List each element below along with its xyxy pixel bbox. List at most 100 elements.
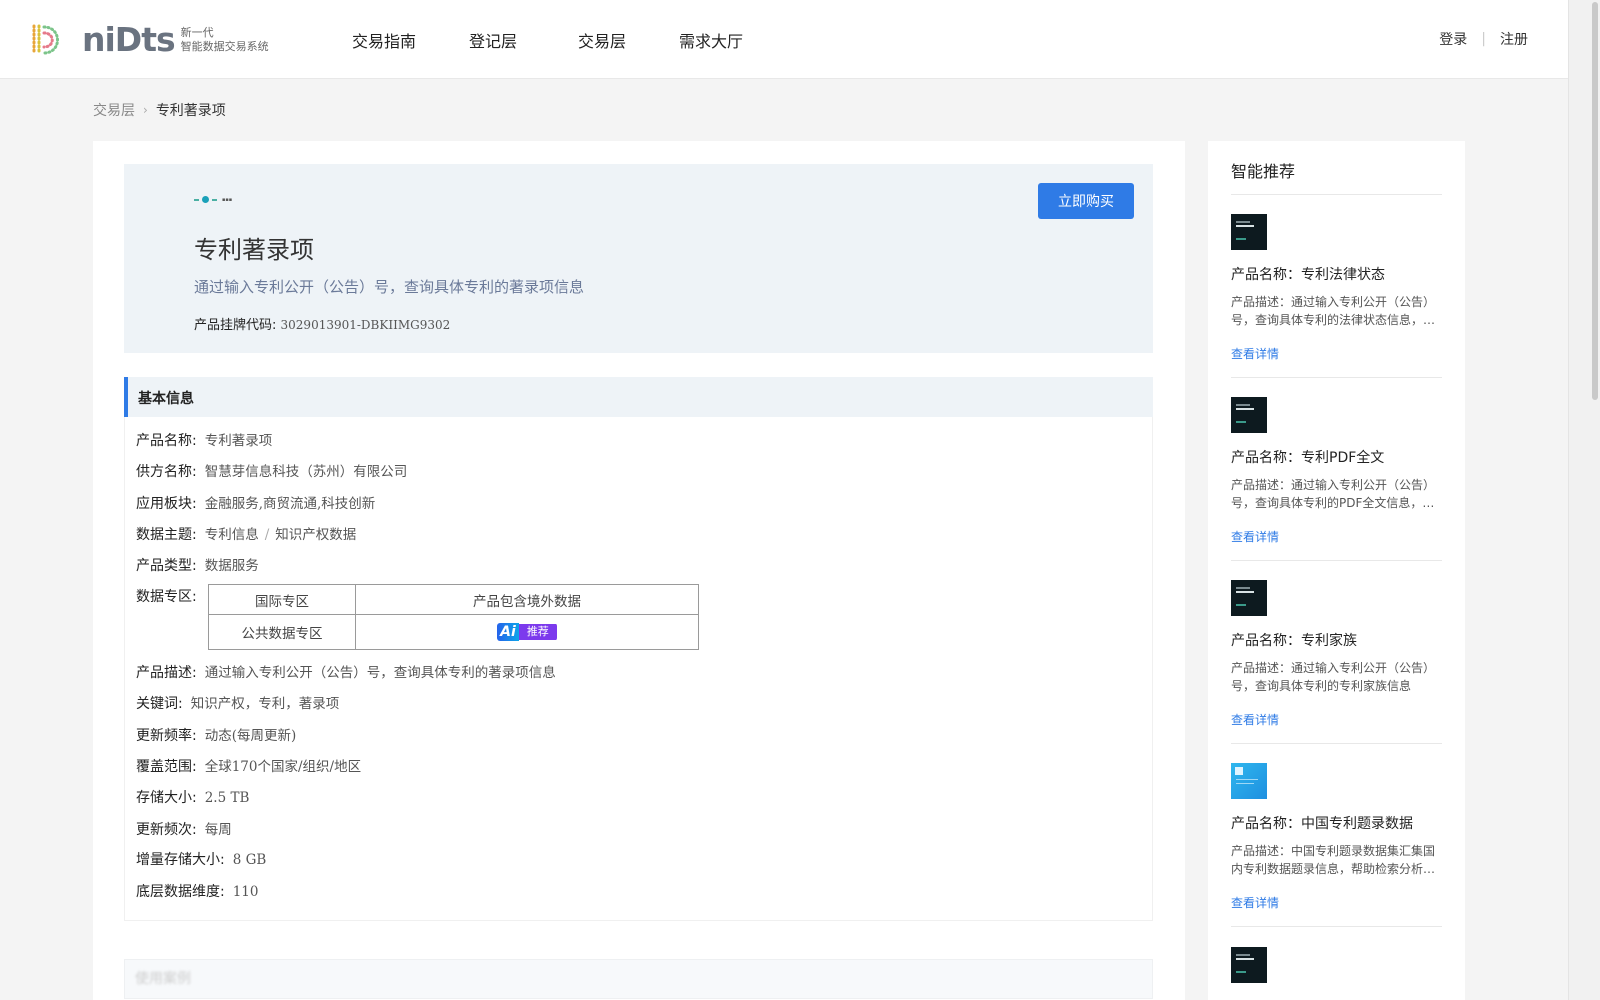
topic-secondary: 知识产权数据 bbox=[275, 527, 357, 543]
field-label: 产品名称: bbox=[136, 433, 197, 449]
rec-card: 产品名称：专利家族 产品描述：通过输入专利公开（公告）号，查询具体专利的专利家族… bbox=[1231, 580, 1442, 744]
table-row: 公共数据专区 Ai 推荐 bbox=[208, 614, 699, 650]
nav-item-trading[interactable]: 交易层 bbox=[578, 28, 626, 52]
field-value: 每周 bbox=[204, 822, 232, 838]
buy-now-button[interactable]: 立即购买 bbox=[1038, 183, 1134, 219]
rec-card: 产品名称：专利法律状态 产品描述：通过输入专利公开（公告）号，查询具体专利的法律… bbox=[1231, 214, 1442, 378]
data-zone-table: 国际专区 产品包含境外数据 公共数据专区 Ai 推荐 bbox=[208, 584, 699, 650]
chevron-right-icon: › bbox=[143, 103, 148, 117]
rec-card: 产品名称：中国专利题录数据 产品描述：中国专利题录数据集汇集国内专利数据题录信息… bbox=[1231, 763, 1442, 927]
product-thumbnail[interactable] bbox=[1231, 214, 1267, 250]
rec-desc: 产品描述：通过输入专利公开（公告）号，查询具体专利的法律状态信息，… bbox=[1231, 295, 1436, 327]
field-data-dimensions: 底层数据维度: 110 bbox=[136, 881, 259, 901]
field-value: 专利著录项 bbox=[204, 433, 273, 449]
ai-recommend-badge: Ai 推荐 bbox=[497, 623, 557, 641]
view-details-link[interactable]: 查看详情 bbox=[1231, 711, 1279, 728]
field-label: 供方名称: bbox=[136, 464, 197, 480]
next-section-title: 使用案例 bbox=[135, 971, 191, 987]
product-code-label: 产品挂牌代码: bbox=[194, 318, 277, 333]
rec-desc: 产品描述：通过输入专利公开（公告）号，查询具体专利的专利家族信息 bbox=[1231, 661, 1436, 693]
sidebar-title: 智能推荐 bbox=[1231, 162, 1296, 181]
zone-international-note: 产品包含境外数据 bbox=[355, 584, 699, 615]
field-label: 增量存储大小: bbox=[136, 852, 225, 868]
breadcrumb-current: 专利著录项 bbox=[155, 103, 226, 119]
field-label: 数据专区: bbox=[136, 589, 197, 605]
product-subtitle: 通过输入专利公开（公告）号，查询具体专利的著录项信息 bbox=[194, 278, 585, 296]
divider bbox=[1231, 743, 1442, 744]
view-details-link[interactable]: 查看详情 bbox=[1231, 894, 1279, 911]
logo-wordmark: niDts bbox=[82, 20, 176, 59]
product-thumbnail[interactable] bbox=[1231, 947, 1267, 983]
product-thumbnail[interactable] bbox=[1231, 580, 1267, 616]
rec-name[interactable]: 产品名称：专利PDF全文 bbox=[1231, 447, 1442, 467]
rec-name[interactable]: 产品名称：专利法律状态 bbox=[1231, 264, 1442, 284]
nav-item-registration[interactable]: 登记层 bbox=[469, 28, 517, 52]
next-section-header: 使用案例 bbox=[124, 959, 1153, 999]
main-nav: 交易指南 登记层 交易层 需求大厅 bbox=[352, 0, 743, 79]
field-update-frequency: 更新频率: 动态(每周更新) bbox=[136, 724, 296, 745]
basic-info-body: 产品名称: 专利著录项 供方名称: 智慧芽信息科技（苏州）有限公司 应用板块: … bbox=[124, 417, 1153, 921]
field-value: 数据服务 bbox=[204, 558, 259, 574]
field-label: 底层数据维度: bbox=[136, 884, 225, 900]
ai-badge-text: 推荐 bbox=[518, 624, 557, 640]
breadcrumb: 交易层 › 专利著录项 bbox=[93, 100, 226, 120]
field-label: 存储大小: bbox=[136, 790, 197, 806]
rec-name[interactable]: 产品名称：专利家族 bbox=[1231, 630, 1442, 650]
field-value: 8 GB bbox=[232, 852, 267, 868]
field-value: 专利信息 / 知识产权数据 bbox=[205, 523, 357, 543]
field-supplier: 供方名称: 智慧芽信息科技（苏州）有限公司 bbox=[136, 460, 407, 481]
nav-item-guide[interactable]: 交易指南 bbox=[352, 28, 416, 52]
product-thumbnail[interactable] bbox=[1231, 397, 1267, 433]
view-details-link[interactable]: 查看详情 bbox=[1231, 345, 1279, 362]
nav-item-demand-hall[interactable]: 需求大厅 bbox=[679, 28, 743, 52]
register-link[interactable]: 注册 bbox=[1500, 29, 1528, 49]
zone-public-data-badge-cell: Ai 推荐 bbox=[355, 614, 699, 650]
rec-card bbox=[1231, 947, 1442, 983]
field-update-times: 更新频次: 每周 bbox=[136, 818, 232, 839]
basic-info-header: 基本信息 bbox=[124, 377, 1153, 417]
field-value: 110 bbox=[232, 884, 259, 900]
site-logo[interactable]: niDts 新一代 智能数据交易系统 bbox=[28, 20, 269, 60]
field-product-name: 产品名称: 专利著录项 bbox=[136, 429, 272, 450]
rec-desc: 产品描述：中国专利题录数据集汇集国内专利数据题录信息，帮助检索分析… bbox=[1231, 844, 1436, 876]
field-value: 动态(每周更新) bbox=[204, 728, 297, 744]
provider-logo-icon: ▪▪▪ bbox=[194, 196, 232, 203]
field-value: 金融服务,商贸流通,科技创新 bbox=[204, 496, 376, 512]
field-product-type: 产品类型: 数据服务 bbox=[136, 554, 259, 575]
product-code: 产品挂牌代码: 3029013901-DBKIIMG9302 bbox=[194, 314, 450, 333]
logo-subtitle: 新一代 智能数据交易系统 bbox=[181, 26, 269, 54]
field-coverage: 覆盖范围: 全球170个国家/组织/地区 bbox=[136, 755, 361, 776]
field-value: 全球170个国家/组织/地区 bbox=[204, 759, 362, 775]
basic-info-title: 基本信息 bbox=[138, 391, 194, 407]
divider bbox=[1231, 926, 1442, 927]
recommendation-sidebar: 智能推荐 产品名称：专利法律状态 产品描述：通过输入专利公开（公告）号，查询具体… bbox=[1208, 141, 1465, 1000]
field-value: 智慧芽信息科技（苏州）有限公司 bbox=[204, 464, 408, 480]
logo-d-icon bbox=[32, 24, 59, 56]
field-label: 应用板块: bbox=[136, 496, 197, 512]
auth-separator: | bbox=[1481, 31, 1486, 47]
top-header: niDts 新一代 智能数据交易系统 交易指南 登记层 交易层 需求大厅 登录 … bbox=[0, 0, 1568, 79]
divider bbox=[1231, 377, 1442, 378]
field-value: 通过输入专利公开（公告）号，查询具体专利的著录项信息 bbox=[204, 665, 556, 681]
rec-name[interactable]: 产品名称：中国专利题录数据 bbox=[1231, 813, 1442, 833]
field-label: 数据主题: bbox=[136, 527, 197, 543]
field-label: 更新频次: bbox=[136, 822, 197, 838]
product-title: 专利著录项 bbox=[194, 236, 314, 264]
field-label: 覆盖范围: bbox=[136, 759, 197, 775]
page-scrollbar[interactable] bbox=[1568, 0, 1600, 1000]
table-row: 国际专区 产品包含境外数据 bbox=[208, 584, 699, 615]
topic-separator: / bbox=[264, 527, 270, 543]
product-detail-card: ▪▪▪ 专利著录项 通过输入专利公开（公告）号，查询具体专利的著录项信息 产品挂… bbox=[93, 141, 1185, 1000]
field-value: 知识产权，专利，著录项 bbox=[190, 696, 340, 712]
zone-international: 国际专区 bbox=[208, 584, 356, 615]
view-details-link[interactable]: 查看详情 bbox=[1231, 528, 1279, 545]
logo-subtitle-line2: 智能数据交易系统 bbox=[180, 40, 269, 53]
login-link[interactable]: 登录 bbox=[1439, 29, 1467, 49]
field-storage-size: 存储大小: 2.5 TB bbox=[136, 787, 249, 807]
field-incremental-storage: 增量存储大小: 8 GB bbox=[136, 849, 266, 869]
scrollbar-thumb[interactable] bbox=[1592, 2, 1598, 400]
breadcrumb-parent[interactable]: 交易层 bbox=[93, 100, 135, 120]
product-thumbnail[interactable] bbox=[1231, 763, 1267, 799]
divider bbox=[1231, 560, 1442, 561]
ai-badge-mark: Ai bbox=[497, 623, 519, 641]
